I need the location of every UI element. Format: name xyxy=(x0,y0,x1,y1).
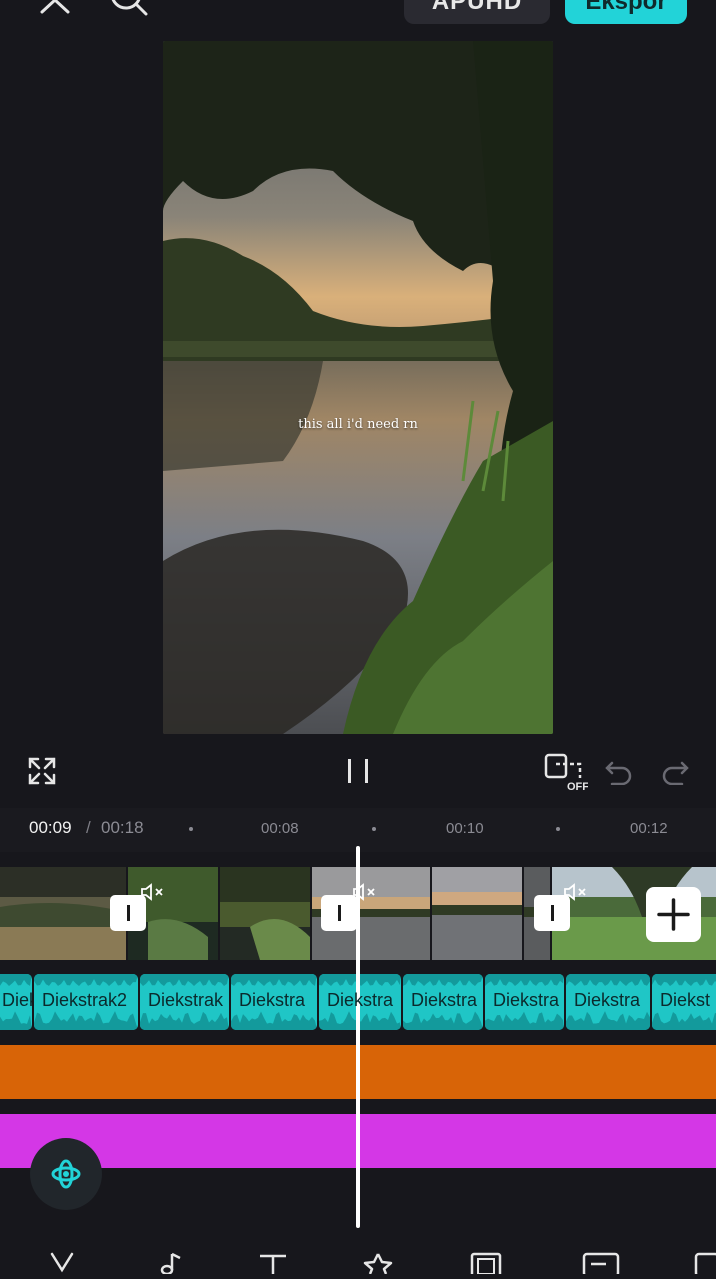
keyframe-icon xyxy=(51,1159,81,1189)
ruler-tick: 00:08 xyxy=(261,820,299,837)
transition-icon xyxy=(126,905,130,921)
video-clip[interactable] xyxy=(0,867,126,960)
audio-segment[interactable]: Diekstra xyxy=(485,974,564,1030)
plus-icon xyxy=(657,898,690,931)
transition-icon xyxy=(337,905,341,921)
audio-segment-label: Diekstra xyxy=(574,990,641,1010)
overlay-icon[interactable] xyxy=(470,1252,502,1279)
audio-segment-label: Diekstrak2 xyxy=(42,990,128,1010)
edit-icon[interactable] xyxy=(48,1252,76,1279)
fullscreen-icon[interactable] xyxy=(28,757,56,790)
video-preview[interactable]: this all i'd need rn xyxy=(163,41,553,734)
audio-segment[interactable]: Diekstra xyxy=(566,974,650,1030)
audio-segment[interactable]: Diekstr xyxy=(0,974,32,1030)
ruler-tick: 00:10 xyxy=(446,820,484,837)
audio-segment-label: Diekst xyxy=(660,990,711,1010)
playhead[interactable] xyxy=(356,846,360,1228)
audio-segment[interactable]: Diekstra xyxy=(403,974,483,1030)
redo-icon[interactable] xyxy=(660,757,690,790)
undo-icon[interactable] xyxy=(604,757,634,790)
ruler-dot xyxy=(556,827,560,831)
filter-icon[interactable] xyxy=(692,1252,716,1279)
search-icon[interactable] xyxy=(108,0,152,16)
top-bar: APUHD Ekspor xyxy=(0,0,716,40)
audio-segment-label: Diekstra xyxy=(327,990,394,1010)
audio-segment-label: Diekstra xyxy=(411,990,478,1010)
audio-segment[interactable]: Diekstrak xyxy=(140,974,229,1030)
audio-segment[interactable]: Diekstra xyxy=(231,974,317,1030)
mute-icon[interactable] xyxy=(563,882,589,907)
text-icon[interactable] xyxy=(258,1252,288,1279)
audio-segment[interactable]: Diekst xyxy=(652,974,716,1030)
effects-icon[interactable] xyxy=(362,1252,394,1279)
audio-segment-label: Diekstrak xyxy=(148,990,224,1010)
audio-segment-label: Diekstra xyxy=(493,990,560,1010)
video-clip[interactable] xyxy=(220,867,310,960)
export-button[interactable]: Ekspor xyxy=(565,0,687,24)
keyframe-button[interactable] xyxy=(30,1138,102,1210)
captions-icon[interactable] xyxy=(582,1252,620,1279)
video-clip[interactable] xyxy=(432,867,522,960)
close-icon[interactable] xyxy=(36,0,76,16)
resolution-button[interactable]: APUHD xyxy=(404,0,550,24)
total-time: 00:18 xyxy=(101,818,144,837)
pause-icon[interactable] xyxy=(344,757,372,790)
ruler-dot xyxy=(372,827,376,831)
time-separator: / xyxy=(86,818,91,837)
compare-off-icon[interactable]: OFF xyxy=(544,752,589,797)
audio-segment[interactable]: Diekstra xyxy=(319,974,401,1030)
ruler-tick: 00:12 xyxy=(630,820,668,837)
audio-segment-label: Diekstr xyxy=(2,990,32,1010)
audio-icon[interactable] xyxy=(154,1252,182,1279)
mute-icon[interactable] xyxy=(140,882,166,907)
current-time: 00:09 xyxy=(29,818,72,837)
add-clip-button[interactable] xyxy=(646,887,701,942)
video-caption-text[interactable]: this all i'd need rn xyxy=(163,417,553,432)
audio-segment[interactable]: Diekstrak2 xyxy=(34,974,138,1030)
audio-segment-label: Diekstra xyxy=(239,990,306,1010)
preview-frame-image xyxy=(163,41,553,734)
transition-icon xyxy=(550,905,554,921)
ruler-dot xyxy=(189,827,193,831)
compare-off-label: OFF xyxy=(567,781,588,792)
